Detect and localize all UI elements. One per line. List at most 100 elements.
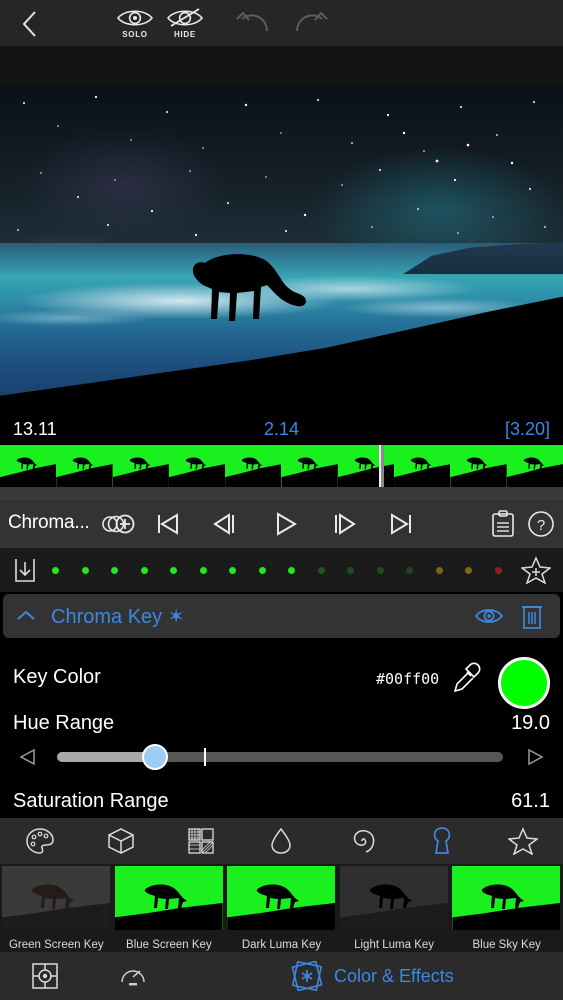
skip-to-end-icon	[391, 513, 411, 535]
preset-item[interactable]: Dark Luma Key	[225, 864, 338, 952]
keyframe-dot[interactable]	[170, 566, 177, 574]
collapse-effect-button[interactable]	[15, 606, 37, 626]
keyframe-dot[interactable]	[465, 566, 472, 574]
undo-button[interactable]	[228, 5, 278, 41]
filmstrip-horse-icon	[73, 457, 94, 470]
color-effects-section[interactable]: Color & Effects	[290, 961, 454, 991]
filmstrip-frame[interactable]	[56, 445, 113, 487]
tab-distort[interactable]	[322, 818, 402, 864]
skip-to-end-button[interactable]	[381, 507, 423, 541]
tab-patterns[interactable]	[161, 818, 241, 864]
filmstrip-frame[interactable]	[168, 445, 226, 487]
eyedropper-button[interactable]	[452, 661, 482, 695]
step-forward-icon	[335, 513, 356, 535]
target-icon	[32, 963, 58, 989]
tab-palette[interactable]	[0, 818, 80, 864]
timeline-filmstrip[interactable]	[0, 445, 563, 487]
hue-slider-track[interactable]	[57, 744, 503, 770]
keyframe-dot[interactable]	[406, 566, 413, 574]
color-swatch[interactable]	[498, 657, 550, 709]
filmstrip-frame[interactable]	[225, 445, 282, 487]
hue-slider-thumb[interactable]	[142, 744, 169, 770]
filmstrip-frame[interactable]	[394, 445, 451, 487]
keyframe-dot[interactable]	[81, 566, 89, 574]
preset-strip[interactable]: Green Screen Key Blue Screen Key Dark Luma…	[0, 864, 563, 952]
effect-visibility-button[interactable]	[474, 605, 504, 627]
keyframe-dot[interactable]	[111, 566, 118, 574]
redo-button[interactable]	[286, 5, 336, 41]
trash-icon	[522, 606, 542, 629]
add-favorite-button[interactable]	[520, 556, 552, 585]
video-editor-screen: SOLO HIDE 13.11 2.14 [3.20] Chroma... ? …	[0, 0, 563, 1000]
preset-horse-icon	[31, 884, 74, 909]
keyframe-dot[interactable]	[258, 566, 266, 574]
delete-effect-button[interactable]	[520, 602, 544, 630]
transform-button[interactable]	[30, 962, 60, 990]
help-icon: ?	[528, 511, 554, 537]
chevron-up-icon	[17, 610, 35, 620]
key-color-hex: #00ff00	[376, 670, 440, 688]
filmstrip-frame[interactable]	[0, 445, 57, 487]
play-button[interactable]	[264, 507, 306, 541]
hide-button[interactable]: HIDE	[150, 3, 220, 43]
step-forward-button[interactable]	[322, 507, 364, 541]
filmstrip-horse-icon	[467, 457, 488, 470]
keyframe-dot[interactable]	[288, 566, 295, 574]
tab-3d[interactable]	[80, 818, 160, 864]
saturation-range-label: Saturation Range	[13, 790, 169, 812]
filmstrip-frame[interactable]	[112, 445, 169, 487]
speed-button[interactable]	[118, 962, 148, 990]
preset-item[interactable]: Blue Sky Key	[450, 864, 563, 952]
preset-label: Dark Luma Key	[241, 939, 322, 951]
hue-decrement-button[interactable]	[18, 748, 38, 766]
keyframe-dot[interactable]	[376, 566, 384, 574]
keyframe-dot[interactable]	[199, 566, 207, 574]
tab-favorites[interactable]	[483, 818, 563, 864]
speedometer-icon	[121, 970, 145, 986]
step-backward-button[interactable]	[205, 507, 247, 541]
tab-chroma-key[interactable]	[402, 818, 482, 864]
preset-label: Green Screen Key	[8, 939, 104, 951]
hue-increment-button[interactable]	[525, 748, 545, 766]
keyframe-dot[interactable]	[435, 566, 443, 574]
preset-thumbnail	[339, 866, 448, 930]
add-keyframe-button[interactable]	[96, 507, 142, 541]
keyframe-dot[interactable]	[52, 566, 59, 574]
filmstrip-frame[interactable]	[281, 445, 338, 487]
keyframe-dot[interactable]	[347, 566, 354, 574]
download-preset-button[interactable]	[12, 555, 40, 585]
help-button[interactable]: ?	[524, 507, 558, 541]
preset-item[interactable]: Green Screen Key	[0, 864, 113, 952]
palette-icon	[26, 828, 54, 854]
video-preview[interactable]	[0, 85, 563, 415]
effect-header[interactable]: Chroma Key ✶	[3, 594, 560, 638]
tab-blur[interactable]	[241, 818, 321, 864]
keyframe-dot[interactable]	[229, 566, 236, 574]
download-icon	[15, 559, 35, 582]
skip-to-start-button[interactable]	[146, 507, 188, 541]
key-color-row[interactable]: Key Color #00ff00	[0, 648, 563, 712]
hue-range-slider[interactable]	[0, 744, 563, 770]
color-effects-label: Color & Effects	[334, 965, 454, 986]
filmstrip-frame[interactable]	[337, 445, 395, 487]
filmstrip-horse-icon	[298, 457, 319, 470]
filmstrip-frame[interactable]	[450, 445, 507, 487]
clipboard-button[interactable]	[485, 507, 521, 541]
keyframe-dot[interactable]	[494, 566, 502, 574]
chevron-left-icon	[22, 11, 36, 37]
hue-slider-tick	[204, 748, 207, 766]
top-toolbar: SOLO HIDE	[0, 0, 563, 46]
undo-arrow-icon	[236, 11, 268, 32]
filmstrip-frame[interactable]	[506, 445, 563, 487]
timeline-track-background	[0, 487, 563, 500]
eye-slash-icon	[166, 8, 204, 27]
preset-item[interactable]: Light Luma Key	[338, 864, 451, 952]
back-button[interactable]	[12, 6, 48, 42]
keyframe-dots[interactable]	[52, 548, 502, 592]
preset-item[interactable]: Blue Screen Key	[113, 864, 226, 952]
filmstrip-horse-icon	[129, 457, 150, 470]
keyframe-dot[interactable]	[140, 566, 148, 574]
keyframe-dot[interactable]	[317, 566, 325, 574]
preset-thumbnail	[2, 866, 110, 930]
key-color-label: Key Color	[13, 666, 101, 688]
